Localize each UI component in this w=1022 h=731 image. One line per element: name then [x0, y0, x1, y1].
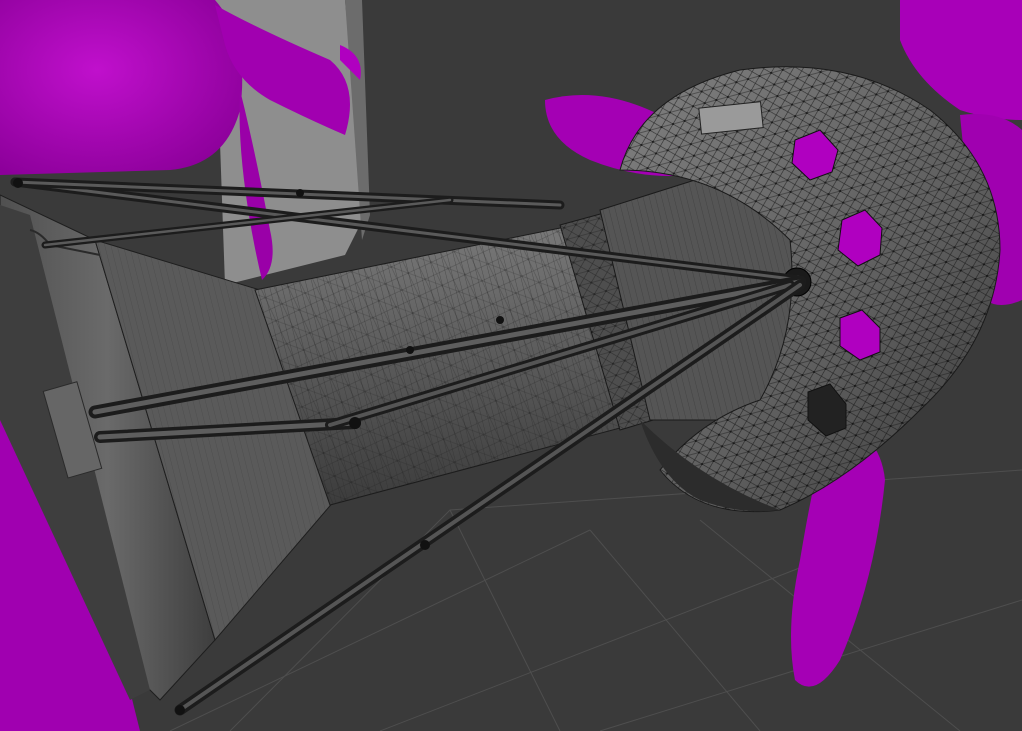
scene-canvas[interactable]	[0, 0, 1022, 731]
3d-viewport[interactable]	[0, 0, 1022, 731]
